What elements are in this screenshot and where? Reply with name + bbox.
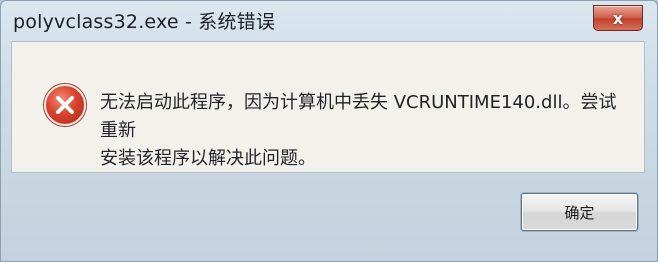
close-icon: x [612, 8, 624, 28]
title-bar[interactable]: polyvclass32.exe - 系统错误 x [1, 1, 657, 41]
ok-button[interactable]: 确定 [521, 193, 638, 231]
message-area: 无法启动此程序，因为计算机中丢失 VCRUNTIME140.dll。尝试重新 安… [11, 41, 645, 173]
button-bar: 确定 [11, 172, 643, 244]
error-message-line-1: 无法启动此程序，因为计算机中丢失 VCRUNTIME140.dll。尝试重新 [100, 92, 617, 141]
error-message-line-2: 安装该程序以解决此问题。 [100, 148, 316, 169]
error-icon [44, 84, 86, 126]
close-button[interactable]: x [593, 5, 643, 31]
error-dialog-window: polyvclass32.exe - 系统错误 x 无法启动此程序，因为计算机中… [0, 0, 658, 262]
window-title: polyvclass32.exe - 系统错误 [13, 11, 276, 33]
error-message: 无法启动此程序，因为计算机中丢失 VCRUNTIME140.dll。尝试重新 安… [100, 89, 630, 173]
